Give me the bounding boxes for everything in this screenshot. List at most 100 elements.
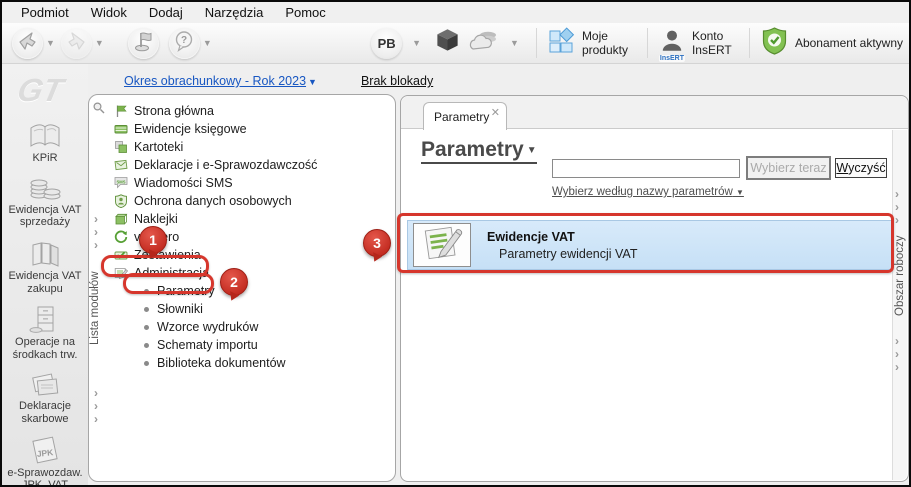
workspace-collapse-strip[interactable]: ››› Obszar roboczy ››› xyxy=(892,130,907,480)
coins-icon xyxy=(28,174,62,202)
forward-arrow-icon xyxy=(65,30,87,57)
annotation-marker-1: 1 xyxy=(139,226,167,254)
back-dropdown-caret[interactable]: ▼ xyxy=(46,38,55,48)
home-flag-icon xyxy=(113,104,128,118)
moje-produkty-button[interactable] xyxy=(548,27,575,59)
tree-item-ochrona-danych[interactable]: Ochrona danych osobowych xyxy=(113,192,391,210)
bullet-icon xyxy=(144,343,149,348)
tree-subitem-biblioteka[interactable]: Biblioteka dokumentów xyxy=(113,354,391,372)
tree-item-kartoteki[interactable]: Kartoteki xyxy=(113,138,391,156)
tree-collapse-strip[interactable]: ››› Lista modułów ››› xyxy=(89,95,110,481)
menu-widok[interactable]: Widok xyxy=(80,3,138,22)
tree-subitem-wzorce-wydrukow[interactable]: Wzorce wydruków xyxy=(113,318,391,336)
user-dropdown-caret[interactable]: ▼ xyxy=(412,38,421,48)
insert-logo-badge: InsERT xyxy=(659,55,685,62)
tree-item-wiadomosci-sms[interactable]: SMSWiadomości SMS xyxy=(113,174,391,192)
list-item-title: Ewidencje VAT xyxy=(487,230,637,244)
tab-close-icon[interactable]: ✕ xyxy=(491,106,500,119)
forward-dropdown-caret[interactable]: ▼ xyxy=(95,38,104,48)
period-dropdown-caret: ▼ xyxy=(308,77,317,87)
abonament-button[interactable] xyxy=(761,27,788,60)
sidebar-module-deklaracje[interactable]: Deklaracje skarbowe xyxy=(3,370,87,425)
toolbar-separator xyxy=(749,28,750,58)
toolbar: ▼ ▼ ? ▼ PB ▼ ▼ Moje produkty InsERT Kont… xyxy=(2,23,909,64)
abonament-label[interactable]: Abonament aktywny xyxy=(795,36,903,50)
period-link[interactable]: Okres obrachunkowy - Rok 2023▼ xyxy=(124,74,317,88)
konto-insert-label[interactable]: Konto InsERT xyxy=(692,29,738,58)
ewidencje-vat-list-item[interactable]: Ewidencje VAT Parametry ewidencji VAT xyxy=(407,220,893,270)
application-window: Podmiot Widok Dodaj Narzędzia Pomoc ▼ ▼ … xyxy=(0,0,911,487)
wyczysc-button[interactable]: Wyczyść xyxy=(835,158,887,178)
tree-item-administracja[interactable]: Administracja xyxy=(113,264,391,282)
sidebar-module-vat-zakupu[interactable]: Ewidencja VAT zakupu xyxy=(3,238,87,295)
toolbar-separator xyxy=(536,28,537,58)
konto-insert-button[interactable]: InsERT xyxy=(659,28,685,59)
sidebar-module-srodki-trwale[interactable]: Operacje na środkach trw. xyxy=(3,304,87,361)
cube-icon xyxy=(434,27,461,59)
subscription-shield-icon xyxy=(761,27,788,60)
cloud-button[interactable] xyxy=(468,29,500,58)
ledger-books-icon xyxy=(28,238,62,268)
tree-subitem-parametry[interactable]: Parametry xyxy=(113,282,391,300)
stickers-box-icon xyxy=(113,212,128,226)
title-dropdown-caret: ▼ xyxy=(527,145,537,156)
filter-by-name-link[interactable]: Wybierz według nazwy parametrów ▼ xyxy=(552,186,744,198)
tree-item-ewidencje-ksiegowe[interactable]: Ewidencje księgowe xyxy=(113,120,391,138)
reports-check-icon xyxy=(113,248,128,262)
cloud-dropdown-caret[interactable]: ▼ xyxy=(510,38,519,48)
tree-item-strona-glowna[interactable]: Strona główna xyxy=(113,102,391,120)
forward-button[interactable] xyxy=(61,28,92,59)
kpir-book-icon xyxy=(28,120,62,150)
svg-text:?: ? xyxy=(181,35,187,46)
filter-dropdown-caret: ▼ xyxy=(736,188,744,197)
back-button[interactable] xyxy=(12,28,43,59)
menu-narzedzia[interactable]: Narzędzia xyxy=(194,3,275,22)
help-dropdown-caret[interactable]: ▼ xyxy=(203,38,212,48)
sidebar-module-vat-sprzedazy[interactable]: Ewidencja VAT sprzedaży xyxy=(3,174,87,229)
menu-podmiot[interactable]: Podmiot xyxy=(10,3,80,22)
tab-bar: Parametry ✕ xyxy=(401,96,908,129)
annotation-marker-3: 3 xyxy=(363,229,391,257)
menu-pomoc[interactable]: Pomoc xyxy=(274,3,336,22)
collapse-chevrons: ››› xyxy=(895,188,907,227)
bullet-icon xyxy=(144,325,149,330)
vat-parameters-icon xyxy=(415,222,469,269)
pin-icon[interactable] xyxy=(92,101,106,120)
cabinet-icon xyxy=(28,304,62,334)
cube-button[interactable] xyxy=(434,27,461,59)
annotation-marker-2: 2 xyxy=(220,268,248,296)
declarations-icon xyxy=(113,158,128,172)
bullet-icon xyxy=(144,289,149,294)
ledger-icon xyxy=(113,122,128,136)
tree-subitem-slowniki[interactable]: Słowniki xyxy=(113,300,391,318)
menu-dodaj[interactable]: Dodaj xyxy=(138,3,194,22)
toolbar-separator xyxy=(647,28,648,58)
jpk-document-icon: JPK xyxy=(28,435,62,465)
collapse-chevrons: ››› xyxy=(895,335,907,374)
tree-vertical-label: Lista modułów xyxy=(89,281,101,345)
workspace-vertical-label: Obszar roboczy xyxy=(894,240,906,316)
parametry-view: Parametry▼ Wybierz teraz Wyczyść Wybierz… xyxy=(401,129,892,481)
tree-item-deklaracje[interactable]: Deklaracje i e-Sprawozdawczość xyxy=(113,156,391,174)
card-index-icon xyxy=(113,140,128,154)
lock-status-link[interactable]: Brak blokady xyxy=(361,74,433,88)
flag-button[interactable] xyxy=(128,28,159,59)
sidebar-module-jpk[interactable]: JPK e-Sprawozdaw. JPK_VAT xyxy=(3,435,87,487)
moje-produkty-label[interactable]: Moje produkty xyxy=(582,29,636,58)
toolbar-nav-group: ▼ ▼ ? ▼ xyxy=(12,23,218,63)
parameter-search-input[interactable] xyxy=(552,159,740,178)
tax-papers-icon xyxy=(28,370,62,398)
flag-icon xyxy=(132,30,154,57)
products-tiles-icon xyxy=(548,27,575,59)
help-bubble-icon: ? xyxy=(173,30,195,57)
tab-parametry[interactable]: Parametry ✕ xyxy=(423,102,507,130)
help-button[interactable]: ? xyxy=(169,28,200,59)
collapse-chevrons: ››› xyxy=(94,213,106,252)
user-avatar[interactable]: PB xyxy=(371,28,402,59)
back-arrow-icon xyxy=(17,30,39,57)
sidebar-module-kpir[interactable]: KPiR xyxy=(3,120,87,165)
collapse-chevrons: ››› xyxy=(94,387,106,426)
tree-subitem-schematy-importu[interactable]: Schematy importu xyxy=(113,336,391,354)
page-title[interactable]: Parametry▼ xyxy=(421,138,537,164)
wybierz-teraz-button[interactable]: Wybierz teraz xyxy=(746,156,831,180)
